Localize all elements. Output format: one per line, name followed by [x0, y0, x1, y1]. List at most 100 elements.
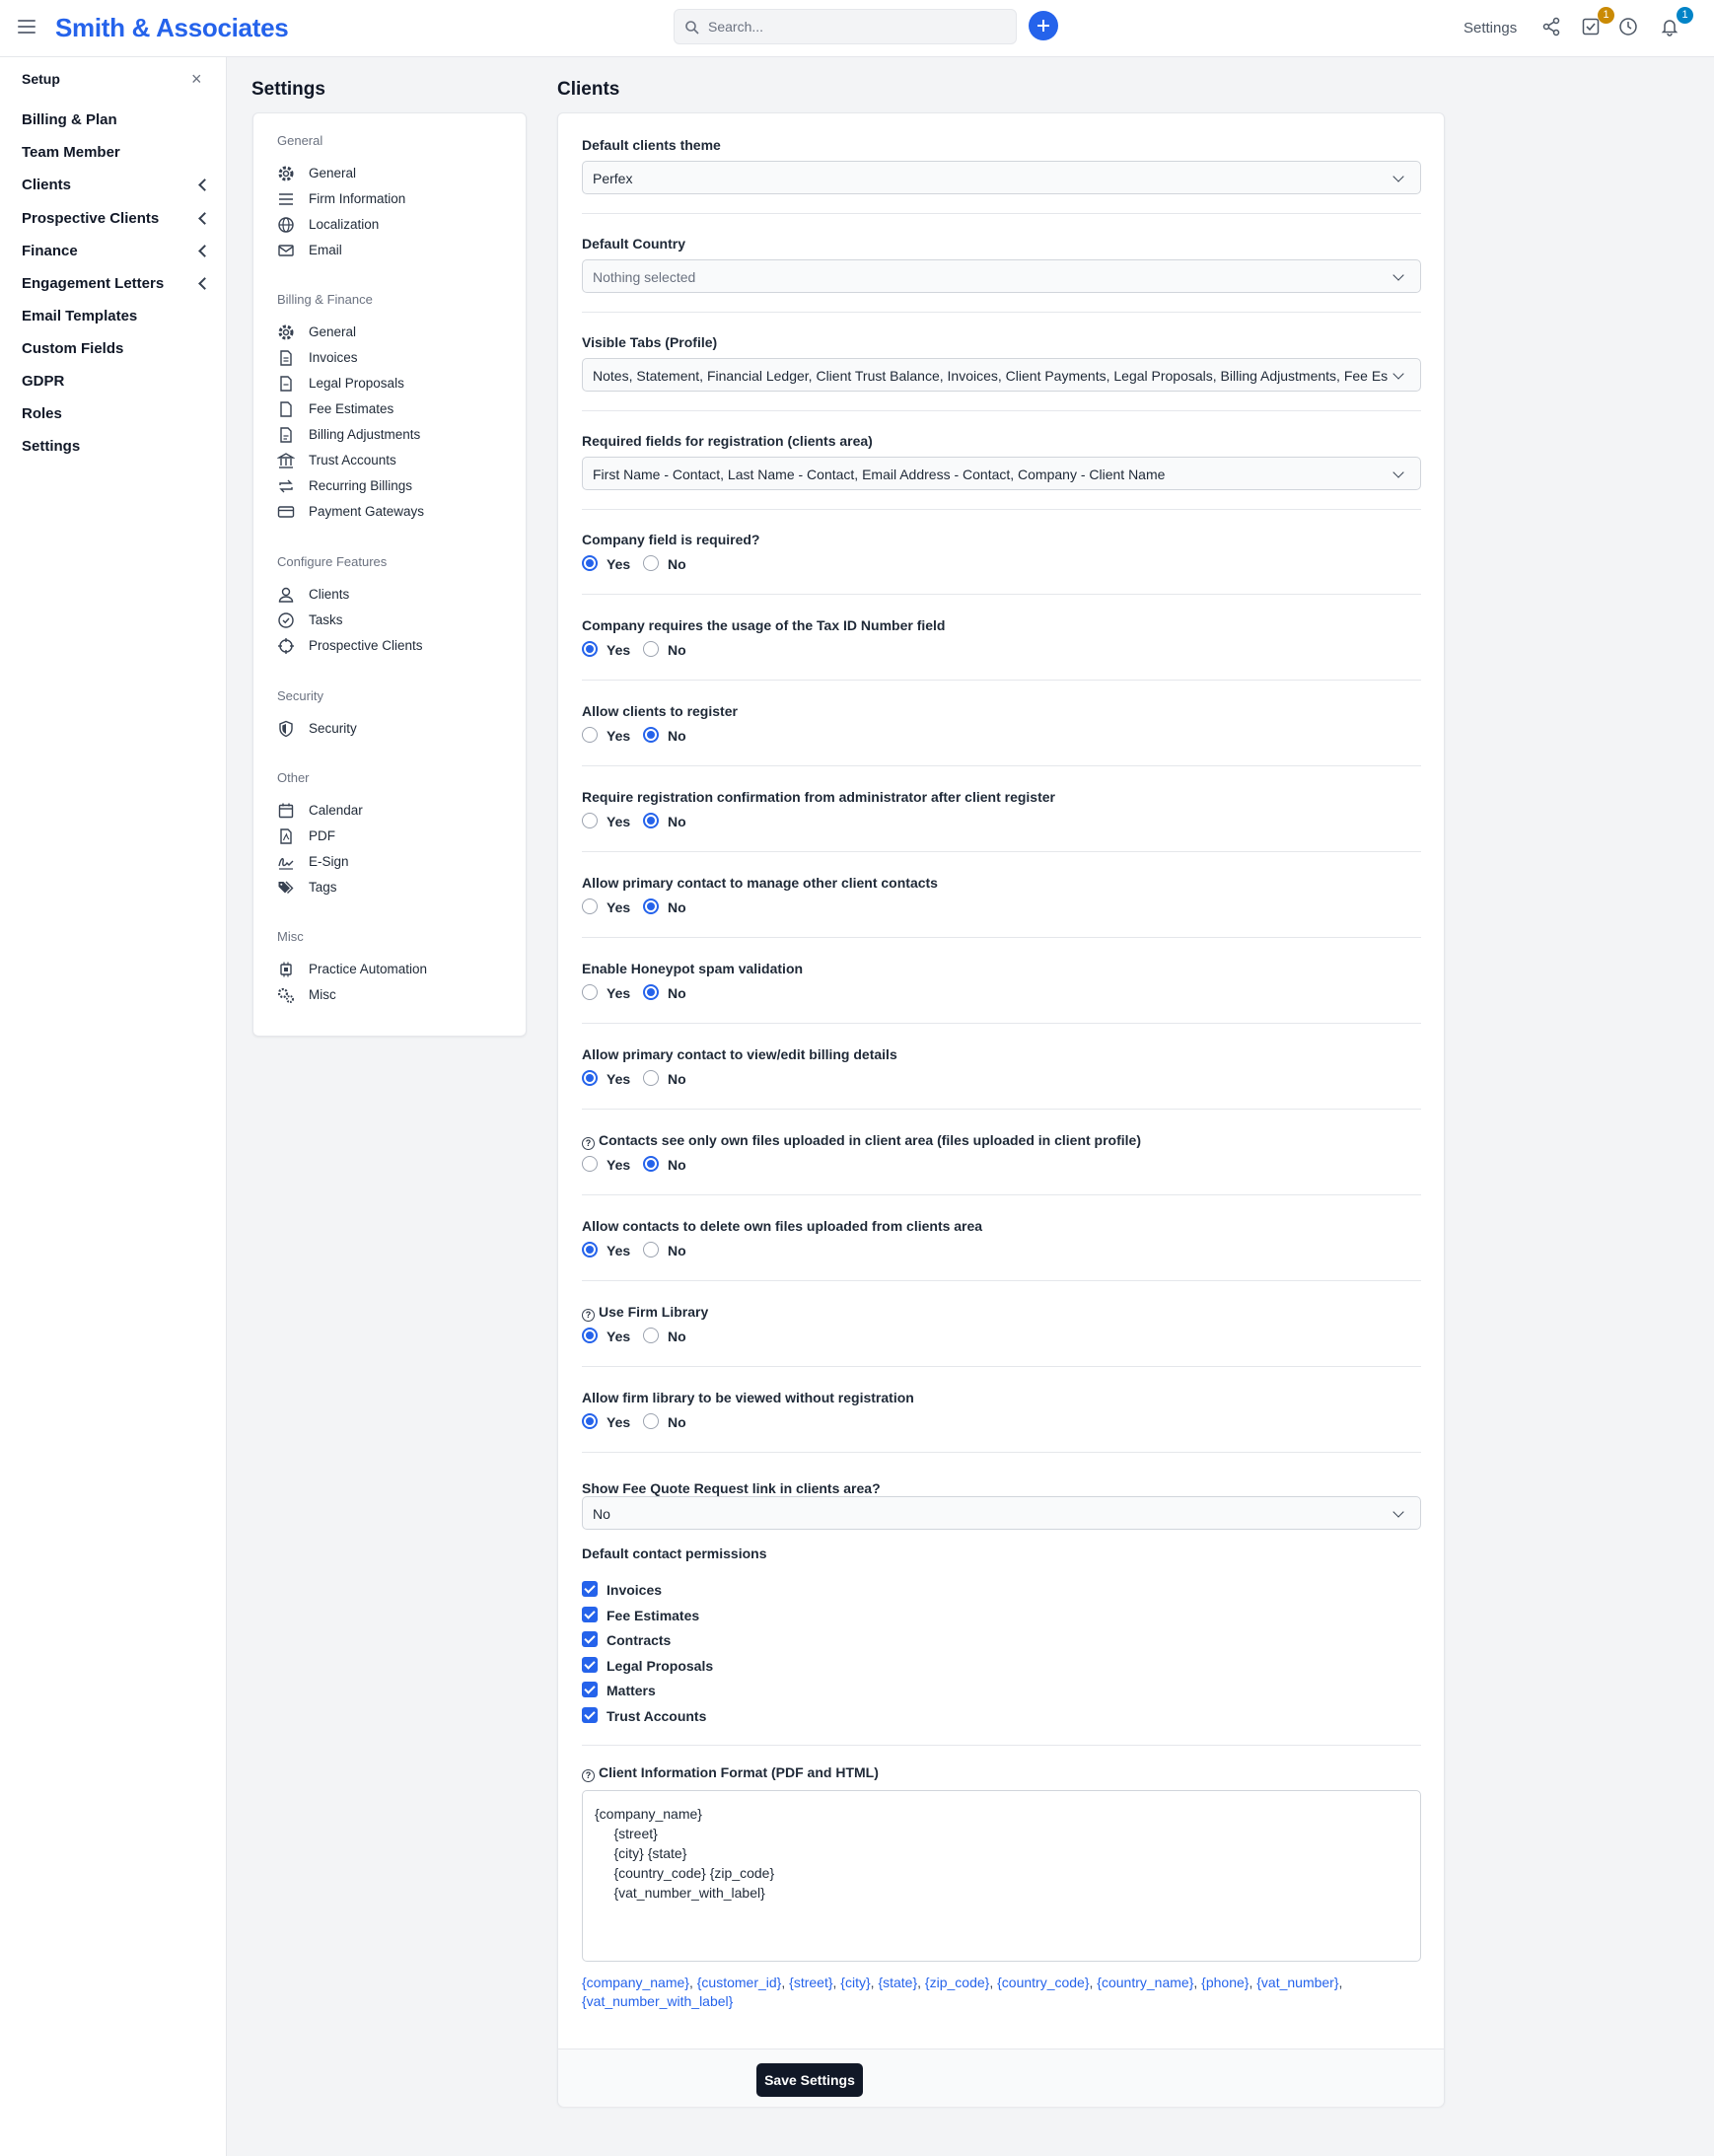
- permission-checkbox-row[interactable]: Invoices: [582, 1581, 779, 1599]
- radio-no[interactable]: [643, 727, 659, 743]
- sidebar-item-billing-plan[interactable]: Billing & Plan: [22, 111, 209, 128]
- save-settings-button[interactable]: Save Settings: [756, 2063, 863, 2097]
- radio-yes[interactable]: [582, 1242, 598, 1258]
- search-box[interactable]: [674, 9, 1017, 44]
- share-icon[interactable]: [1541, 17, 1563, 38]
- sidebar-item-custom-fields[interactable]: Custom Fields: [22, 340, 209, 357]
- brand-logo[interactable]: Smith & Associates: [55, 13, 289, 43]
- radio-yes[interactable]: [582, 555, 598, 571]
- quick-add-button[interactable]: [1029, 11, 1058, 40]
- merge-field-link[interactable]: {country_code}: [997, 1975, 1089, 1990]
- permission-checkbox-row[interactable]: Trust Accounts: [582, 1707, 779, 1725]
- radio-yes-label[interactable]: Yes: [607, 1071, 630, 1087]
- sidebar-item-engagement-letters[interactable]: Engagement Letters: [22, 275, 211, 292]
- merge-field-link[interactable]: {state}: [878, 1975, 917, 1990]
- radio-yes[interactable]: [582, 898, 598, 914]
- merge-field-link[interactable]: {city}: [840, 1975, 870, 1990]
- permission-label[interactable]: Legal Proposals: [607, 1658, 713, 1674]
- radio-no-label[interactable]: No: [668, 642, 686, 658]
- radio-yes-label[interactable]: Yes: [607, 1243, 630, 1258]
- checkbox-checked[interactable]: [582, 1656, 598, 1673]
- sidebar-item-finance[interactable]: Finance: [22, 243, 211, 259]
- radio-yes-label[interactable]: Yes: [607, 556, 630, 572]
- radio-yes[interactable]: [582, 641, 598, 657]
- radio-yes-label[interactable]: Yes: [607, 899, 630, 915]
- default-country-select[interactable]: Nothing selected: [582, 259, 1421, 293]
- merge-field-link[interactable]: {street}: [789, 1975, 832, 1990]
- radio-no-label[interactable]: No: [668, 1414, 686, 1430]
- radio-yes-label[interactable]: Yes: [607, 814, 630, 829]
- merge-field-link[interactable]: {phone}: [1201, 1975, 1249, 1990]
- radio-no-label[interactable]: No: [668, 814, 686, 829]
- radio-no[interactable]: [643, 555, 659, 571]
- merge-field-link[interactable]: {company_name}: [582, 1975, 689, 1990]
- radio-no[interactable]: [643, 1242, 659, 1258]
- radio-yes[interactable]: [582, 984, 598, 1000]
- bell-icon[interactable]: 1: [1660, 7, 1693, 38]
- radio-yes[interactable]: [582, 1328, 598, 1343]
- permission-label[interactable]: Matters: [607, 1683, 656, 1698]
- radio-yes[interactable]: [582, 1413, 598, 1429]
- radio-yes-label[interactable]: Yes: [607, 1157, 630, 1173]
- radio-no[interactable]: [643, 641, 659, 657]
- permission-checkbox-row[interactable]: Matters: [582, 1682, 779, 1699]
- hamburger-menu-icon[interactable]: [18, 20, 36, 36]
- radio-yes-label[interactable]: Yes: [607, 985, 630, 1001]
- radio-yes-label[interactable]: Yes: [607, 1414, 630, 1430]
- radio-yes[interactable]: [582, 1156, 598, 1172]
- sidebar-item-clients[interactable]: Clients: [22, 177, 211, 193]
- radio-no[interactable]: [643, 984, 659, 1000]
- sidebar-item-team-member[interactable]: Team Member: [22, 144, 209, 161]
- help-icon[interactable]: ?: [582, 1769, 595, 1782]
- merge-field-link[interactable]: {vat_number}: [1256, 1975, 1338, 1990]
- permission-label[interactable]: Fee Estimates: [607, 1608, 699, 1623]
- sidebar-item-gdpr[interactable]: GDPR: [22, 373, 209, 390]
- radio-no[interactable]: [643, 1156, 659, 1172]
- permission-label[interactable]: Trust Accounts: [607, 1708, 706, 1724]
- radio-yes-label[interactable]: Yes: [607, 728, 630, 744]
- required-fields-select[interactable]: First Name - Contact, Last Name - Contac…: [582, 457, 1421, 490]
- checkbox-checked[interactable]: [582, 1581, 598, 1597]
- tasks-icon[interactable]: 1: [1581, 7, 1614, 38]
- radio-no[interactable]: [643, 1070, 659, 1086]
- radio-no[interactable]: [643, 1413, 659, 1429]
- clock-icon[interactable]: [1618, 17, 1640, 38]
- help-icon[interactable]: ?: [582, 1137, 595, 1150]
- visible-tabs-select[interactable]: Notes, Statement, Financial Ledger, Clie…: [582, 358, 1421, 392]
- merge-field-link[interactable]: {zip_code}: [925, 1975, 989, 1990]
- radio-yes[interactable]: [582, 727, 598, 743]
- sidebar-item-roles[interactable]: Roles: [22, 405, 209, 422]
- radio-no-label[interactable]: No: [668, 1329, 686, 1344]
- radio-no-label[interactable]: No: [668, 1157, 686, 1173]
- radio-yes-label[interactable]: Yes: [607, 642, 630, 658]
- permission-label[interactable]: Contracts: [607, 1632, 671, 1648]
- merge-field-link[interactable]: {vat_number_with_label}: [582, 1993, 733, 2009]
- radio-no-label[interactable]: No: [668, 556, 686, 572]
- sidebar-item-settings[interactable]: Settings: [22, 438, 209, 455]
- merge-field-link[interactable]: {customer_id}: [697, 1975, 782, 1990]
- permission-checkbox-row[interactable]: Legal Proposals: [582, 1656, 779, 1675]
- permission-checkbox-row[interactable]: Fee Estimates: [582, 1606, 779, 1624]
- radio-no-label[interactable]: No: [668, 985, 686, 1001]
- checkbox-checked[interactable]: [582, 1707, 598, 1723]
- permission-label[interactable]: Invoices: [607, 1582, 662, 1598]
- radio-no-label[interactable]: No: [668, 899, 686, 915]
- fee-quote-select[interactable]: No: [582, 1496, 1421, 1530]
- default-theme-select[interactable]: Perfex: [582, 161, 1421, 194]
- search-input[interactable]: [708, 16, 1004, 37]
- radio-no[interactable]: [643, 1328, 659, 1343]
- radio-no[interactable]: [643, 813, 659, 828]
- top-settings-link[interactable]: Settings: [1464, 20, 1517, 36]
- checkbox-checked[interactable]: [582, 1631, 598, 1648]
- checkbox-checked[interactable]: [582, 1606, 598, 1622]
- checkbox-checked[interactable]: [582, 1682, 598, 1698]
- close-icon[interactable]: ×: [191, 69, 202, 90]
- client-format-textarea[interactable]: {company_name} {street} {city} {state} {…: [582, 1790, 1421, 1962]
- radio-yes-label[interactable]: Yes: [607, 1329, 630, 1344]
- help-icon[interactable]: ?: [582, 1309, 595, 1322]
- sidebar-item-prospective-clients[interactable]: Prospective Clients: [22, 210, 211, 227]
- radio-yes[interactable]: [582, 813, 598, 828]
- merge-field-link[interactable]: {country_name}: [1097, 1975, 1193, 1990]
- permission-checkbox-row[interactable]: Contracts: [582, 1631, 779, 1649]
- radio-no-label[interactable]: No: [668, 728, 686, 744]
